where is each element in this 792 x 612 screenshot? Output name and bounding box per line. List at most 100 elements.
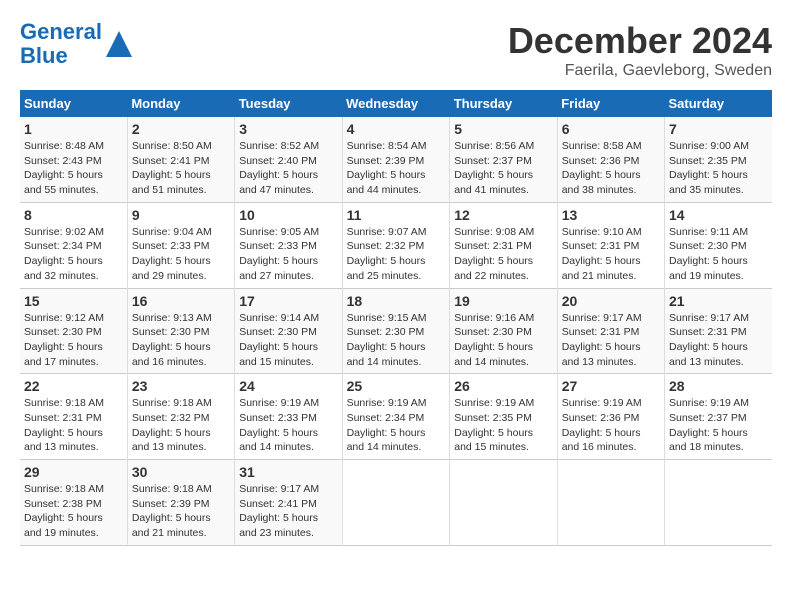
day-number: 8 <box>24 207 123 223</box>
calendar-cell: 2Sunrise: 8:50 AMSunset: 2:41 PMDaylight… <box>127 117 234 202</box>
day-number: 21 <box>669 293 768 309</box>
calendar-week-1: 1 Sunrise: 8:48 AMSunset: 2:43 PMDaylight… <box>20 117 772 202</box>
calendar-cell: 12 Sunrise: 9:08 AMSunset: 2:31 PMDayligh… <box>450 202 557 288</box>
day-number: 18 <box>347 293 446 309</box>
day-number: 20 <box>562 293 660 309</box>
calendar-cell: 17 Sunrise: 9:14 AMSunset: 2:30 PMDayligh… <box>235 288 342 374</box>
day-info: Sunrise: 9:19 AMSunset: 2:33 PMDaylight:… <box>239 396 337 455</box>
day-number: 27 <box>562 378 660 394</box>
title-section: December 2024 Faerila, Gaevleborg, Swede… <box>508 20 772 80</box>
calendar-week-5: 29 Sunrise: 9:18 AMSunset: 2:38 PMDayligh… <box>20 460 772 546</box>
day-number: 23 <box>132 378 230 394</box>
calendar-cell <box>342 460 450 546</box>
day-number: 12 <box>454 207 552 223</box>
day-info: Sunrise: 9:07 AMSunset: 2:32 PMDaylight:… <box>347 225 446 284</box>
day-number: 30 <box>132 464 230 480</box>
day-info: Sunrise: 8:52 AMSunset: 2:40 PMDaylight:… <box>239 139 337 198</box>
calendar-title: December 2024 <box>508 20 772 62</box>
day-info: Sunrise: 8:56 AMSunset: 2:37 PMDaylight:… <box>454 139 552 198</box>
day-number: 1 <box>24 121 123 137</box>
calendar-cell: 25 Sunrise: 9:19 AMSunset: 2:34 PMDayligh… <box>342 374 450 460</box>
header-sunday: Sunday <box>20 90 127 117</box>
day-number: 15 <box>24 293 123 309</box>
day-info: Sunrise: 8:48 AMSunset: 2:43 PMDaylight:… <box>24 139 123 198</box>
calendar-cell: 24 Sunrise: 9:19 AMSunset: 2:33 PMDayligh… <box>235 374 342 460</box>
day-number: 11 <box>347 207 446 223</box>
calendar-cell: 23 Sunrise: 9:18 AMSunset: 2:32 PMDayligh… <box>127 374 234 460</box>
calendar-cell: 29 Sunrise: 9:18 AMSunset: 2:38 PMDayligh… <box>20 460 127 546</box>
calendar-table: Sunday Monday Tuesday Wednesday Thursday… <box>20 90 772 546</box>
calendar-cell: 31 Sunrise: 9:17 AMSunset: 2:41 PMDayligh… <box>235 460 342 546</box>
day-info: Sunrise: 9:19 AMSunset: 2:34 PMDaylight:… <box>347 396 446 455</box>
calendar-body: 1 Sunrise: 8:48 AMSunset: 2:43 PMDaylight… <box>20 117 772 545</box>
calendar-cell: 30Sunrise: 9:18 AMSunset: 2:39 PMDayligh… <box>127 460 234 546</box>
calendar-cell: 11 Sunrise: 9:07 AMSunset: 2:32 PMDayligh… <box>342 202 450 288</box>
day-info: Sunrise: 9:18 AMSunset: 2:32 PMDaylight:… <box>132 396 230 455</box>
calendar-cell: 26 Sunrise: 9:19 AMSunset: 2:35 PMDayligh… <box>450 374 557 460</box>
calendar-cell: 20 Sunrise: 9:17 AMSunset: 2:31 PMDayligh… <box>557 288 664 374</box>
calendar-cell: 4 Sunrise: 8:54 AMSunset: 2:39 PMDaylight… <box>342 117 450 202</box>
day-info: Sunrise: 8:54 AMSunset: 2:39 PMDaylight:… <box>347 139 446 198</box>
day-info: Sunrise: 8:58 AMSunset: 2:36 PMDaylight:… <box>562 139 660 198</box>
header-friday: Friday <box>557 90 664 117</box>
logo: General Blue <box>20 20 134 68</box>
calendar-cell: 21 Sunrise: 9:17 AMSunset: 2:31 PMDayligh… <box>665 288 773 374</box>
day-info: Sunrise: 9:08 AMSunset: 2:31 PMDaylight:… <box>454 225 552 284</box>
calendar-cell: 28Sunrise: 9:19 AMSunset: 2:37 PMDayligh… <box>665 374 773 460</box>
calendar-cell: 3 Sunrise: 8:52 AMSunset: 2:40 PMDaylight… <box>235 117 342 202</box>
calendar-cell: 27Sunrise: 9:19 AMSunset: 2:36 PMDayligh… <box>557 374 664 460</box>
header-monday: Monday <box>127 90 234 117</box>
day-info: Sunrise: 9:15 AMSunset: 2:30 PMDaylight:… <box>347 311 446 370</box>
day-number: 13 <box>562 207 660 223</box>
header-row: Sunday Monday Tuesday Wednesday Thursday… <box>20 90 772 117</box>
calendar-header: Sunday Monday Tuesday Wednesday Thursday… <box>20 90 772 117</box>
day-number: 14 <box>669 207 768 223</box>
header-saturday: Saturday <box>665 90 773 117</box>
calendar-subtitle: Faerila, Gaevleborg, Sweden <box>508 62 772 80</box>
day-info: Sunrise: 9:17 AMSunset: 2:31 PMDaylight:… <box>669 311 768 370</box>
calendar-cell: 1 Sunrise: 8:48 AMSunset: 2:43 PMDaylight… <box>20 117 127 202</box>
day-number: 26 <box>454 378 552 394</box>
day-info: Sunrise: 9:17 AMSunset: 2:41 PMDaylight:… <box>239 482 337 541</box>
calendar-cell: 22 Sunrise: 9:18 AMSunset: 2:31 PMDayligh… <box>20 374 127 460</box>
day-info: Sunrise: 9:04 AMSunset: 2:33 PMDaylight:… <box>132 225 230 284</box>
day-info: Sunrise: 9:19 AMSunset: 2:37 PMDaylight:… <box>669 396 768 455</box>
calendar-cell: 19Sunrise: 9:16 AMSunset: 2:30 PMDayligh… <box>450 288 557 374</box>
calendar-week-2: 8 Sunrise: 9:02 AMSunset: 2:34 PMDaylight… <box>20 202 772 288</box>
day-number: 31 <box>239 464 337 480</box>
calendar-week-4: 22 Sunrise: 9:18 AMSunset: 2:31 PMDayligh… <box>20 374 772 460</box>
day-number: 17 <box>239 293 337 309</box>
day-number: 9 <box>132 207 230 223</box>
logo-icon <box>104 29 134 59</box>
calendar-cell: 7Sunrise: 9:00 AMSunset: 2:35 PMDaylight… <box>665 117 773 202</box>
day-number: 16 <box>132 293 230 309</box>
day-info: Sunrise: 9:17 AMSunset: 2:31 PMDaylight:… <box>562 311 660 370</box>
calendar-cell <box>665 460 773 546</box>
day-number: 3 <box>239 121 337 137</box>
day-number: 2 <box>132 121 230 137</box>
day-info: Sunrise: 9:19 AMSunset: 2:35 PMDaylight:… <box>454 396 552 455</box>
day-number: 25 <box>347 378 446 394</box>
day-info: Sunrise: 9:10 AMSunset: 2:31 PMDaylight:… <box>562 225 660 284</box>
day-number: 7 <box>669 121 768 137</box>
day-info: Sunrise: 9:18 AMSunset: 2:38 PMDaylight:… <box>24 482 123 541</box>
calendar-cell <box>557 460 664 546</box>
calendar-cell: 5Sunrise: 8:56 AMSunset: 2:37 PMDaylight… <box>450 117 557 202</box>
day-info: Sunrise: 9:02 AMSunset: 2:34 PMDaylight:… <box>24 225 123 284</box>
calendar-week-3: 15Sunrise: 9:12 AMSunset: 2:30 PMDayligh… <box>20 288 772 374</box>
calendar-cell: 16 Sunrise: 9:13 AMSunset: 2:30 PMDayligh… <box>127 288 234 374</box>
day-info: Sunrise: 9:11 AMSunset: 2:30 PMDaylight:… <box>669 225 768 284</box>
calendar-cell: 18 Sunrise: 9:15 AMSunset: 2:30 PMDayligh… <box>342 288 450 374</box>
day-info: Sunrise: 9:18 AMSunset: 2:31 PMDaylight:… <box>24 396 123 455</box>
day-number: 24 <box>239 378 337 394</box>
day-info: Sunrise: 9:14 AMSunset: 2:30 PMDaylight:… <box>239 311 337 370</box>
header-tuesday: Tuesday <box>235 90 342 117</box>
calendar-cell: 10Sunrise: 9:05 AMSunset: 2:33 PMDayligh… <box>235 202 342 288</box>
day-number: 29 <box>24 464 123 480</box>
day-number: 10 <box>239 207 337 223</box>
day-number: 4 <box>347 121 446 137</box>
header-thursday: Thursday <box>450 90 557 117</box>
calendar-cell: 13 Sunrise: 9:10 AMSunset: 2:31 PMDayligh… <box>557 202 664 288</box>
day-number: 22 <box>24 378 123 394</box>
day-info: Sunrise: 9:13 AMSunset: 2:30 PMDaylight:… <box>132 311 230 370</box>
